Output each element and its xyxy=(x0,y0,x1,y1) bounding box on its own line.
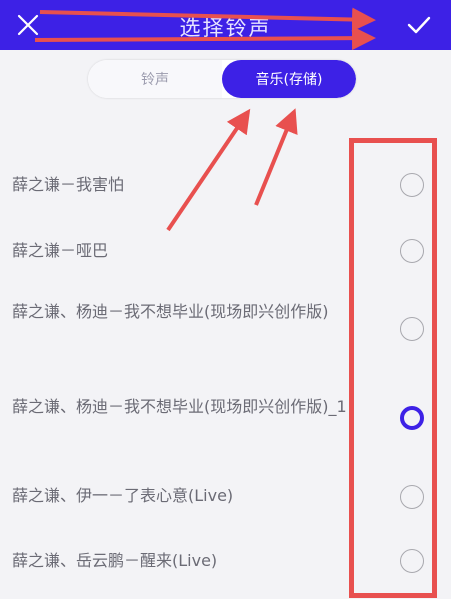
top-bar: 选择铃声 xyxy=(0,0,451,50)
song-title: 薛之谦、岳云鹏－醒来(Live) xyxy=(12,551,218,570)
song-title: 薛之谦、杨迪－我不想毕业(现场即兴创作版)_1 xyxy=(12,397,347,416)
check-icon xyxy=(407,16,431,34)
annotation-highlight-box xyxy=(349,138,437,598)
song-title: 薛之谦－我害怕 xyxy=(12,175,125,194)
song-title: 薛之谦－哑巴 xyxy=(12,241,109,260)
tab-music-storage[interactable]: 音乐(存储) xyxy=(222,60,356,98)
song-title: 薛之谦、杨迪－我不想毕业(现场即兴创作版) xyxy=(12,302,329,321)
song-title: 薛之谦、伊一－了表心意(Live) xyxy=(12,486,234,505)
confirm-button[interactable] xyxy=(399,5,439,45)
page-title: 选择铃声 xyxy=(179,16,272,40)
source-tabs: 铃声 音乐(存储) xyxy=(88,60,356,98)
tab-ringtone[interactable]: 铃声 xyxy=(88,60,222,98)
